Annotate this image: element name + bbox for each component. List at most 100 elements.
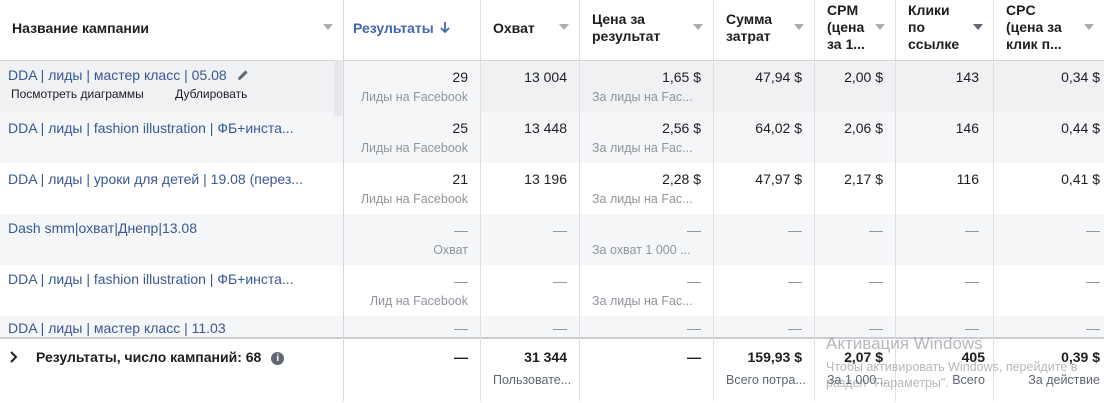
table-row[interactable]: Dash smm|охват|Днепр|13.08 — Охват — — З…	[0, 214, 1104, 265]
row-scrollbar[interactable]	[334, 60, 342, 116]
column-divider	[713, 0, 714, 401]
cpc-value: 0,44 $	[1061, 120, 1100, 136]
view-charts-link[interactable]: Посмотреть диаграммы	[11, 87, 144, 101]
cpc-value: —	[1086, 320, 1100, 336]
cost-type: За лиды на Fac...	[592, 192, 693, 206]
table-row[interactable]: DDA | лиды | мастер класс | 05.08 Посмот…	[0, 61, 1104, 112]
reach-value: —	[553, 222, 567, 238]
campaign-name-link[interactable]: DDA | лиды | мастер класс | 05.08	[8, 67, 227, 83]
summary-label: Результаты, число кампаний: 68	[36, 349, 262, 365]
reach-value: 13 448	[524, 120, 567, 136]
chevron-down-icon[interactable]	[875, 24, 885, 30]
windows-activation-watermark: Активация Windows	[826, 334, 983, 353]
campaign-name-link[interactable]: DDA | лиды | fashion illustration | ФБ+и…	[8, 271, 294, 287]
column-header-cost-line1: Цена за	[592, 11, 645, 27]
cost-type: За лиды на Fac...	[592, 141, 693, 155]
column-header-clicks-line2: по	[908, 19, 926, 35]
windows-activation-line1: Чтобы активировать Windows, перейдите в	[826, 360, 1078, 374]
column-header-clicks[interactable]: Клики по ссылке	[896, 0, 993, 60]
cost-value: —	[687, 273, 701, 289]
summary-cost: —	[687, 349, 701, 365]
cost-value: 1,65 $	[662, 69, 701, 85]
cost-value: 2,28 $	[662, 171, 701, 187]
cpc-value: —	[1086, 222, 1100, 238]
chevron-down-icon[interactable]	[323, 24, 333, 30]
reach-value: 13 196	[524, 171, 567, 187]
results-type: Лиды на Facebook	[360, 141, 468, 155]
results-type: Лиды на Facebook	[360, 192, 468, 206]
chevron-down-icon[interactable]	[794, 24, 804, 30]
results-value: —	[454, 273, 468, 289]
column-header-name[interactable]: Название кампании	[0, 0, 343, 60]
table-row[interactable]: DDA | лиды | уроки для детей | 19.08 (пе…	[0, 163, 1104, 214]
summary-reach: 31 344	[524, 349, 567, 365]
cpm-value: 2,17 $	[844, 171, 883, 187]
clicks-value: —	[965, 273, 979, 289]
cpm-value: —	[869, 273, 883, 289]
results-type: Лиды на Facebook	[360, 90, 468, 104]
column-header-cost-per-result[interactable]: Цена за результат	[580, 0, 713, 60]
campaign-name-link[interactable]: DDA | лиды | мастер класс | 11.03	[8, 320, 226, 336]
reach-value: 13 004	[524, 69, 567, 85]
cpc-value: —	[1086, 273, 1100, 289]
column-header-cpc-line3: клик п...	[1006, 36, 1062, 52]
column-divider	[480, 0, 481, 401]
chevron-right-icon[interactable]	[8, 349, 20, 365]
spend-value: —	[788, 320, 802, 336]
column-header-cost-line2: результат	[592, 28, 661, 44]
column-header-reach[interactable]: Охват	[481, 0, 579, 60]
campaigns-table: Название кампании Результаты Охват Цена …	[0, 0, 1104, 403]
results-value: —	[454, 222, 468, 238]
column-header-spend-line1: Сумма	[726, 11, 773, 27]
column-header-spend[interactable]: Сумма затрат	[714, 0, 814, 60]
reach-value: —	[553, 320, 567, 336]
summary-spend-sub: Всего потра...	[726, 373, 806, 387]
duplicate-link[interactable]: Дублировать	[175, 87, 247, 101]
results-value: 29	[452, 69, 468, 85]
cost-value: 2,56 $	[662, 120, 701, 136]
summary-results: —	[454, 349, 468, 365]
chevron-down-icon[interactable]	[693, 24, 703, 30]
sort-down-arrow-icon[interactable]	[439, 22, 450, 34]
results-value: 25	[452, 120, 468, 136]
column-header-cpm[interactable]: CPM (цена за 1...	[815, 0, 895, 60]
column-header-cpc[interactable]: CPC (цена за клик п...	[994, 0, 1104, 60]
reach-value: —	[553, 273, 567, 289]
campaign-name-link[interactable]: DDA | лиды | уроки для детей | 19.08 (пе…	[8, 171, 303, 187]
clicks-value: 116	[956, 171, 979, 187]
column-header-cpm-line1: CPM	[827, 2, 859, 18]
spend-value: —	[788, 222, 802, 238]
column-header-reach-label: Охват	[493, 20, 535, 36]
spend-value: —	[788, 273, 802, 289]
cost-type: За лиды на Fac...	[592, 294, 693, 308]
spend-value: 64,02 $	[755, 120, 802, 136]
column-header-results[interactable]: Результаты	[344, 0, 480, 60]
clicks-value: 143	[955, 69, 979, 85]
table-header: Название кампании Результаты Охват Цена …	[0, 0, 1104, 61]
table-row[interactable]: DDA | лиды | fashion illustration | ФБ+и…	[0, 112, 1104, 163]
table-row[interactable]: DDA | лиды | fashion illustration | ФБ+и…	[0, 265, 1104, 316]
column-header-cpc-line2: (цена за	[1006, 19, 1062, 35]
column-header-cpm-line3: за 1...	[827, 36, 865, 52]
campaign-name-link[interactable]: Dash smm|охват|Днепр|13.08	[8, 220, 197, 236]
column-divider	[579, 0, 580, 401]
results-value: —	[454, 320, 468, 336]
column-header-results-label: Результаты	[353, 20, 434, 36]
cost-type: За лиды на Fac...	[592, 90, 693, 104]
clicks-value: —	[965, 222, 979, 238]
info-icon[interactable]: i	[271, 352, 285, 365]
cost-value: —	[687, 320, 701, 336]
chevron-down-icon[interactable]	[973, 24, 983, 30]
column-divider	[814, 0, 815, 401]
summary-spend: 159,93 $	[747, 349, 803, 365]
campaign-name-link[interactable]: DDA | лиды | fashion illustration | ФБ+и…	[8, 120, 294, 136]
column-header-cpm-line2: (цена	[827, 19, 865, 35]
chevron-down-icon[interactable]	[1084, 24, 1094, 30]
pencil-edit-icon[interactable]	[237, 69, 249, 81]
column-divider	[343, 0, 344, 401]
cost-value: —	[687, 222, 701, 238]
cpm-value: 2,06 $	[844, 120, 883, 136]
chevron-down-icon[interactable]	[559, 24, 569, 30]
column-header-clicks-line1: Клики	[908, 2, 950, 18]
results-value: 21	[452, 171, 468, 187]
